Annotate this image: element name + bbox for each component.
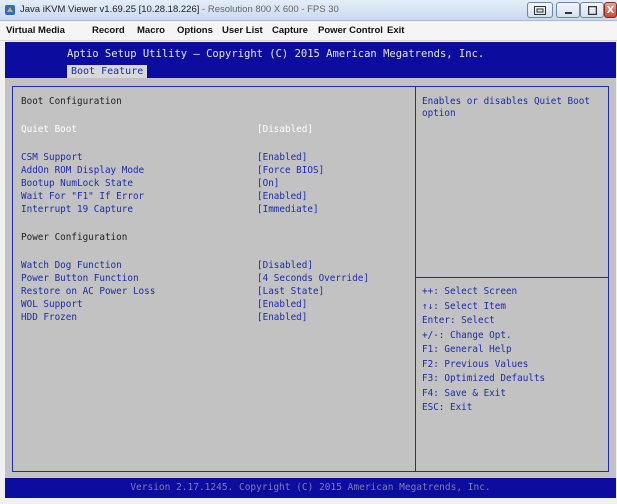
setting-numlock-value[interactable]: [On] [257,178,279,189]
minimize-button[interactable] [556,2,580,18]
setting-restore-ac-label[interactable]: Restore on AC Power Loss [21,286,155,297]
tab-boot-feature[interactable]: Boot Feature [67,65,148,78]
menu-power-control[interactable]: Power Control [318,25,383,36]
window-title-bar: Java iKVM Viewer v1.69.25 [10.28.18.226]… [0,0,617,21]
setting-hdd-frozen-label[interactable]: HDD Frozen [21,312,77,323]
help-description: Enables or disables Quiet Boot option [422,96,590,120]
help-divider [416,277,609,278]
setting-quiet-boot-value[interactable]: [Disabled] [257,124,313,135]
menu-macro[interactable]: Macro [137,25,165,36]
minimize-icon [564,11,572,14]
bios-frame: Boot Configuration Quiet Boot [Disabled]… [12,86,609,472]
key-enter: Enter: Select [422,315,495,326]
key-change-opt: +/-: Change Opt. [422,329,512,341]
setting-csm-support-value[interactable]: [Enabled] [257,152,307,163]
menu-exit[interactable]: Exit [387,25,404,36]
bios-content: Boot Configuration Quiet Boot [Disabled]… [5,78,616,478]
menu-virtual-media[interactable]: Virtual Media [6,25,65,36]
setting-restore-ac-value[interactable]: [Last State] [257,286,324,297]
setting-wait-f1-label[interactable]: Wait For "F1" If Error [21,191,144,202]
setting-watchdog-label[interactable]: Watch Dog Function [21,260,122,271]
bios-footer: Version 2.17.1245. Copyright (C) 2015 Am… [5,478,616,498]
close-button[interactable]: X [604,2,617,18]
setting-interrupt-19-value[interactable]: [Immediate] [257,204,319,215]
bios-header: Aptio Setup Utility – Copyright (C) 2015… [5,42,616,78]
section-power-configuration: Power Configuration [21,232,128,243]
setting-watchdog-value[interactable]: [Disabled] [257,260,313,271]
key-esc-exit: ESC: Exit [422,402,473,413]
bios-utility-title: Aptio Setup Utility – Copyright (C) 2015… [67,48,485,60]
bios-screen[interactable]: Aptio Setup Utility – Copyright (C) 2015… [5,42,616,498]
close-icon: X [606,4,615,16]
restore-button[interactable] [527,2,553,18]
menu-user-list[interactable]: User List [222,25,263,36]
bios-version: Version 2.17.1245. Copyright (C) 2015 Am… [130,482,491,493]
key-select-screen: ++: Select Screen [422,286,518,297]
setting-power-button-label[interactable]: Power Button Function [21,273,139,284]
setting-csm-support-label[interactable]: CSM Support [21,152,83,163]
key-legend: ++: Select Screen ↑↓: Select Item Enter:… [422,285,545,416]
setting-addon-rom-value[interactable]: [Force BIOS] [257,165,324,176]
java-icon [5,5,15,15]
key-optimized-defaults: F3: Optimized Defaults [422,373,546,384]
panel-divider [415,87,416,471]
setting-addon-rom-label[interactable]: AddOn ROM Display Mode [21,165,144,176]
setting-power-button-value[interactable]: [4 Seconds Override] [257,273,369,284]
help-description-line-2: option [422,108,456,119]
menu-capture[interactable]: Capture [272,25,308,36]
setting-wol-value[interactable]: [Enabled] [257,299,307,310]
setting-wait-f1-value[interactable]: [Enabled] [257,191,307,202]
maximize-button[interactable] [580,2,604,18]
help-description-line-1: Enables or disables Quiet Boot [422,96,590,107]
menu-bar: Virtual Media Record Macro Options User … [0,22,617,41]
key-general-help: F1: General Help [422,344,512,355]
section-boot-configuration: Boot Configuration [21,96,122,107]
setting-quiet-boot-label[interactable]: Quiet Boot [21,124,77,135]
menu-record[interactable]: Record [92,25,125,36]
key-previous-values: F2: Previous Values [422,358,529,370]
setting-interrupt-19-label[interactable]: Interrupt 19 Capture [21,204,133,215]
setting-numlock-label[interactable]: Bootup NumLock State [21,178,133,189]
key-save-exit: F4: Save & Exit [422,387,506,399]
restore-icon [534,5,546,15]
maximize-icon [587,5,597,15]
menu-options[interactable]: Options [177,25,213,36]
setting-hdd-frozen-value[interactable]: [Enabled] [257,312,307,323]
key-select-item: ↑↓: Select Item [422,300,506,312]
window-title: Java iKVM Viewer v1.69.25 [10.28.18.226]… [20,4,339,15]
setting-wol-label[interactable]: WOL Support [21,299,83,310]
